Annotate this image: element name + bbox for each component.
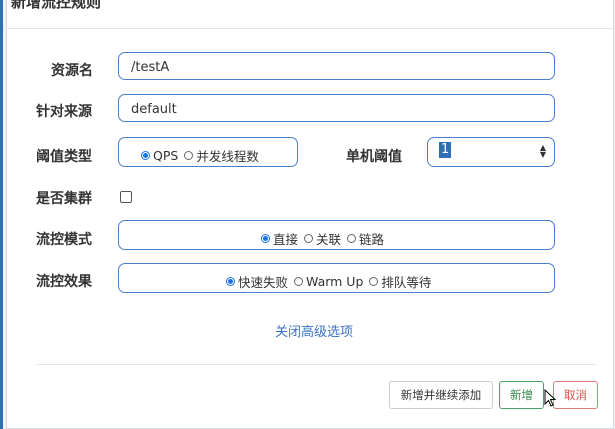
close-advanced-options-link[interactable]: 关闭高级选项 — [275, 321, 353, 340]
radio-associate-circle[interactable] — [304, 234, 314, 243]
radio-direct-circle[interactable] — [261, 234, 270, 243]
resource-input[interactable]: /testA — [118, 52, 555, 80]
radio-queue-wait-circle[interactable] — [369, 277, 379, 286]
cluster-checkbox[interactable] — [120, 191, 132, 203]
radio-associate[interactable]: 关联 — [304, 229, 341, 248]
flow-mode-group: 直接 关联 链路 — [118, 220, 555, 250]
page-edge-bar — [0, 0, 3, 429]
target-source-input[interactable]: default — [118, 94, 555, 122]
single-threshold-value: 1 — [439, 142, 452, 158]
radio-fast-fail-circle[interactable] — [226, 277, 235, 286]
stepper-arrows-icon[interactable]: ▲ ▼ — [540, 144, 546, 159]
dialog-header: 新增流控规则 — [7, 0, 613, 29]
radio-chain-label: 链路 — [359, 232, 385, 247]
flow-effect-group: 快速失败 Warm Up 排队等待 — [118, 263, 555, 293]
radio-chain[interactable]: 链路 — [347, 229, 384, 248]
radio-queue-wait-label: 排队等待 — [381, 275, 432, 290]
radio-qps-circle[interactable] — [141, 151, 150, 160]
mouse-pointer-icon — [544, 389, 556, 407]
dialog-title: 新增流控规则 — [11, 0, 102, 11]
radio-qps[interactable]: QPS — [141, 148, 178, 163]
footer-divider — [37, 364, 597, 365]
threshold-type-group: QPS 并发线程数 — [118, 137, 298, 167]
resource-label: 资源名 — [51, 63, 93, 79]
add-flow-rule-dialog: 新增流控规则 资源名 /testA 针对来源 default 阈值类型 QPS … — [6, 0, 614, 429]
add-and-continue-button[interactable]: 新增并继续添加 — [389, 381, 493, 409]
add-button[interactable]: 新增 — [499, 381, 544, 409]
radio-direct-label: 直接 — [273, 232, 299, 247]
radio-fast-fail[interactable]: 快速失败 — [226, 272, 288, 291]
cancel-button[interactable]: 取消 — [553, 381, 598, 409]
radio-fast-fail-label: 快速失败 — [238, 275, 289, 290]
radio-concurrent-threads-label: 并发线程数 — [196, 149, 259, 164]
radio-associate-label: 关联 — [316, 232, 342, 247]
flow-effect-label: 流控效果 — [36, 274, 92, 290]
radio-qps-label: QPS — [153, 148, 179, 163]
radio-concurrent-threads-circle[interactable] — [184, 151, 194, 160]
radio-queue-wait[interactable]: 排队等待 — [369, 272, 431, 291]
radio-warm-up-circle[interactable] — [294, 277, 304, 286]
radio-direct[interactable]: 直接 — [261, 229, 298, 248]
radio-warm-up-label: Warm Up — [306, 274, 364, 289]
flow-mode-label: 流控模式 — [36, 232, 92, 248]
radio-concurrent-threads[interactable]: 并发线程数 — [184, 146, 259, 165]
cluster-label: 是否集群 — [36, 191, 92, 207]
target-source-value: default — [131, 102, 177, 117]
radio-warm-up[interactable]: Warm Up — [294, 274, 363, 289]
radio-chain-circle[interactable] — [347, 234, 357, 243]
target-source-label: 针对来源 — [36, 104, 92, 120]
single-threshold-label: 单机阈值 — [346, 149, 402, 165]
threshold-type-label: 阈值类型 — [36, 149, 92, 165]
single-threshold-input[interactable]: 1 ▲ ▼ — [427, 137, 555, 167]
resource-input-value: /testA — [131, 60, 170, 75]
